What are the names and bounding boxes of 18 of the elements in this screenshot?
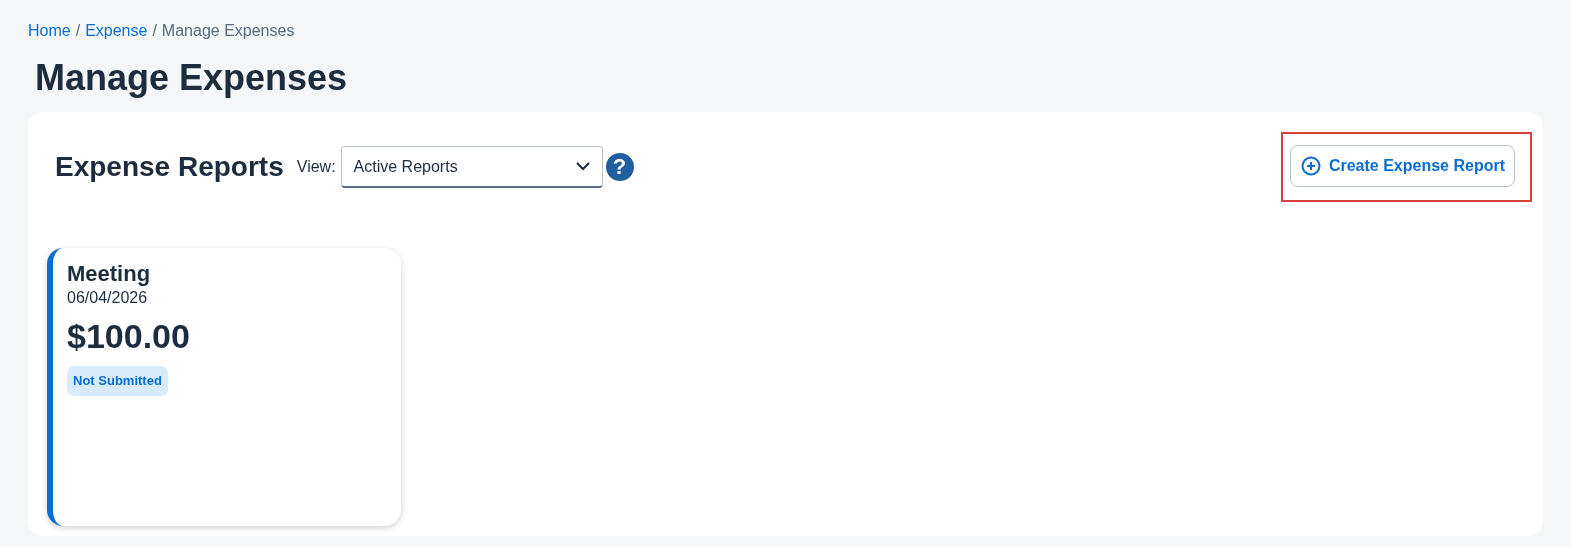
status-tag: Not Submitted: [67, 366, 168, 396]
report-card[interactable]: Meeting 06/04/2026 $100.00 Not Submitted: [47, 248, 401, 526]
view-dropdown[interactable]: Active Reports: [340, 146, 603, 188]
report-name: Meeting: [67, 260, 152, 288]
report-amount: $100.00: [67, 316, 191, 357]
breadcrumb-current: Manage Expenses: [161, 21, 295, 41]
create-report-button[interactable]: Create Expense Report: [1289, 145, 1515, 187]
help-icon[interactable]: ?: [605, 153, 634, 181]
breadcrumb-separator: /: [152, 21, 157, 41]
chevron-down-icon: [575, 162, 590, 171]
breadcrumb-link[interactable]: Expense: [85, 19, 148, 43]
view-label: View:: [296, 157, 336, 177]
section-title: Expense Reports: [55, 150, 284, 184]
breadcrumb-separator: /: [75, 21, 81, 41]
report-date: 06/04/2026: [67, 288, 149, 308]
plus-circle-icon: [1300, 156, 1321, 176]
page-title: Manage Expenses: [35, 56, 349, 100]
breadcrumb-link[interactable]: Home: [28, 19, 71, 43]
